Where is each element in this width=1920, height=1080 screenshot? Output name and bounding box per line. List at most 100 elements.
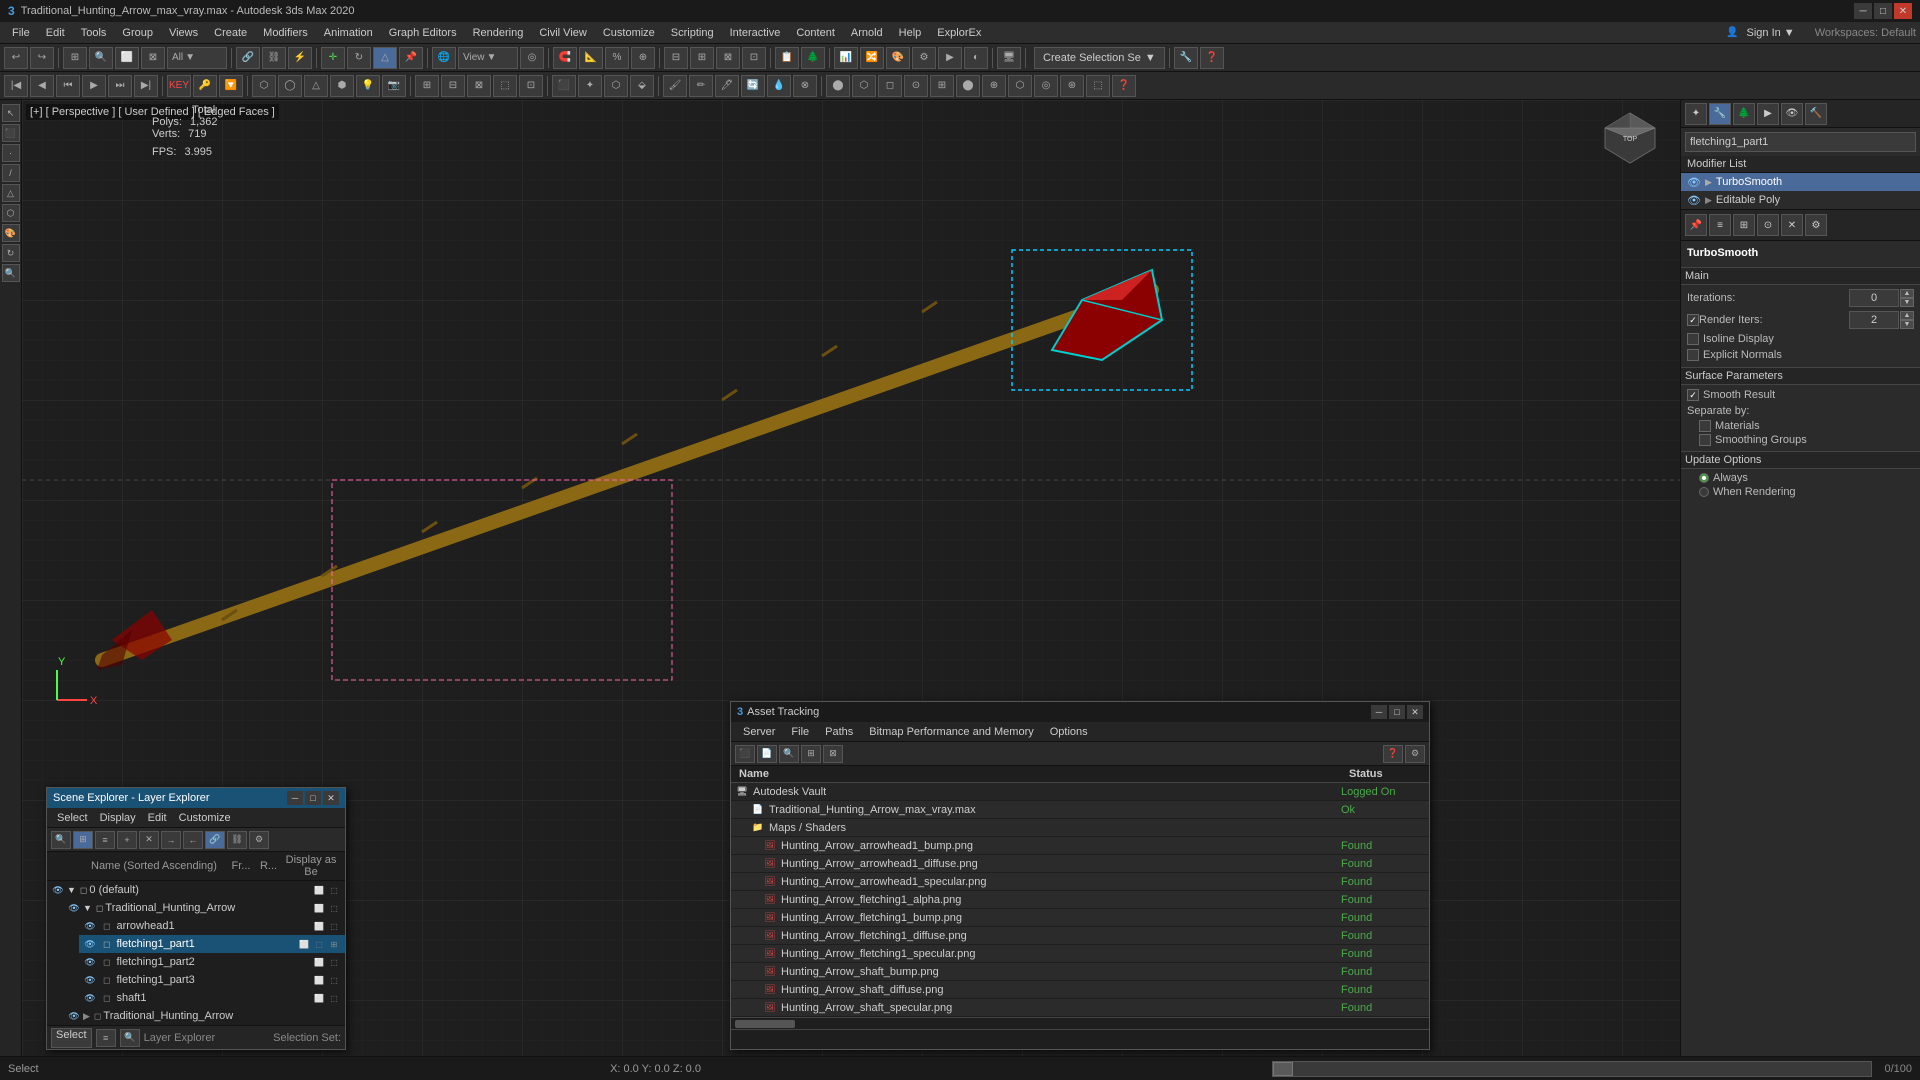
menu-interactive[interactable]: Interactive [722,22,789,43]
snap-btn3[interactable]: ⊠ [467,75,491,97]
select-by-name-button[interactable]: 🔍 [89,47,113,69]
at-tb-btn1[interactable]: ⬛ [735,745,755,763]
at-row-img5[interactable]: 🖼 Hunting_Arrow_fletching1_bump.png Foun… [731,909,1429,927]
at-row-maps[interactable]: 📁 Maps / Shaders [731,819,1429,837]
sub-btn4[interactable]: ⬙ [630,75,654,97]
extra-btn10[interactable]: ⊛ [1060,75,1084,97]
at-scrollbar-thumb[interactable] [735,1020,795,1028]
se-sort-button[interactable]: ≡ [95,831,115,849]
sidebar-select-icon[interactable]: ↖ [2,104,20,122]
menu-explorex[interactable]: ExplorEx [929,22,989,43]
scene-explorer-minimize-button[interactable]: ─ [287,791,303,805]
snap-btn5[interactable]: ⊡ [519,75,543,97]
mod-remove-button[interactable]: ✕ [1781,214,1803,236]
menu-create[interactable]: Create [206,22,255,43]
ts-materials-checkbox[interactable] [1699,420,1711,432]
ts-render-iters-up[interactable]: ▲ [1900,311,1914,320]
select-object-button[interactable]: ⊞ [63,47,87,69]
ts-explicit-normals-checkbox[interactable] [1687,349,1699,361]
geo-btn5[interactable]: 💡 [356,75,380,97]
se-row-fl1p1[interactable]: 👁 ◻ fletching1_part1 ⬜ ⬚ ⊞ [79,935,345,953]
at-minimize-button[interactable]: ─ [1371,705,1387,719]
at-row-img8[interactable]: 🖼 Hunting_Arrow_shaft_bump.png Found [731,963,1429,981]
sidebar-vol-icon[interactable]: ⬡ [2,204,20,222]
se-row-layer-0[interactable]: 👁 ▼ ◻ 0 (default) ⬜ ⬚ [47,881,345,899]
snap-toggle-button[interactable]: 🧲 [553,47,577,69]
array-button[interactable]: ⊡ [742,47,766,69]
sub-btn2[interactable]: ✦ [578,75,602,97]
time-slider[interactable] [1272,1061,1872,1077]
extra-btn11[interactable]: ⬚ [1086,75,1110,97]
rp-create-icon[interactable]: ✦ [1685,103,1707,125]
menu-modifiers[interactable]: Modifiers [255,22,316,43]
ts-render-iters-checkbox[interactable] [1687,314,1699,326]
window-crossing-button[interactable]: ⊠ [141,47,165,69]
select-rotate-button[interactable]: ↻ [347,47,371,69]
anim-btn5[interactable]: ⏭ [108,75,132,97]
se-new-layer-button[interactable]: + [117,831,137,849]
at-tb-btn2[interactable]: 📄 [757,745,777,763]
at-scrollbar-horizontal[interactable] [731,1017,1429,1029]
ts-smooth-result-checkbox[interactable] [1687,389,1699,401]
se-row-tha2[interactable]: 👁 ▶ ◻ Traditional_Hunting_Arrow [63,1007,345,1025]
key-filters-button[interactable]: 🔽 [219,75,243,97]
sidebar-face-icon[interactable]: △ [2,184,20,202]
layer-manager-button[interactable]: 📋 [775,47,799,69]
paint-btn3[interactable]: 🖊 [715,75,739,97]
se-settings-icon[interactable]: ⚙ [249,831,269,849]
at-row-img1[interactable]: 🖼 Hunting_Arrow_arrowhead1_bump.png Foun… [731,837,1429,855]
sidebar-paint-icon[interactable]: 🎨 [2,224,20,242]
minimize-button[interactable]: ─ [1854,3,1872,19]
menu-animation[interactable]: Animation [316,22,381,43]
snap-btn2[interactable]: ⊟ [441,75,465,97]
geo-btn6[interactable]: 📷 [382,75,406,97]
se-menu-edit[interactable]: Edit [142,810,173,826]
geo-btn2[interactable]: ◯ [278,75,302,97]
ts-isoline-checkbox[interactable] [1687,333,1699,345]
se-indent-button[interactable]: → [161,831,181,849]
select-region-button[interactable]: ⬜ [115,47,139,69]
rp-display-icon[interactable]: 👁 [1781,103,1803,125]
time-slider-thumb[interactable] [1273,1062,1293,1076]
place-button[interactable]: 📌 [399,47,423,69]
menu-content[interactable]: Content [788,22,843,43]
sidebar-sub-icon[interactable]: ⬛ [2,124,20,142]
mod-pin-button[interactable]: 📌 [1685,214,1707,236]
at-row-maxfile[interactable]: 📄 Traditional_Hunting_Arrow_max_vray.max… [731,801,1429,819]
mod-stack-button[interactable]: ≡ [1709,214,1731,236]
angle-snap-button[interactable]: 📐 [579,47,603,69]
misc-btn2[interactable]: ❓ [1200,47,1224,69]
paint-btn5[interactable]: 💧 [767,75,791,97]
se-unlink-icon[interactable]: ⛓ [227,831,247,849]
se-filter-button[interactable]: ⊞ [73,831,93,849]
at-search-input[interactable] [731,1030,1429,1049]
viewport[interactable]: X Y [+] [ Perspective ] [ User Defined ]… [22,100,1680,1080]
extra-btn5[interactable]: ⊞ [930,75,954,97]
se-menu-customize[interactable]: Customize [173,810,237,826]
close-button[interactable]: ✕ [1894,3,1912,19]
scene-explorer-button[interactable]: 🌲 [801,47,825,69]
menu-group[interactable]: Group [114,22,161,43]
menu-graph-editors[interactable]: Graph Editors [381,22,465,43]
at-row-img7[interactable]: 🖼 Hunting_Arrow_fletching1_specular.png … [731,945,1429,963]
rp-hierarchy-icon[interactable]: 🌲 [1733,103,1755,125]
extra-btn8[interactable]: ⬡ [1008,75,1032,97]
undo-button[interactable]: ↩ [4,47,28,69]
ts-update-options-header[interactable]: Update Options [1681,451,1920,469]
extra-btn4[interactable]: ⊙ [904,75,928,97]
modifier-turbosmooth[interactable]: 👁 ▶ TurboSmooth [1681,173,1920,191]
quick-render-button[interactable]: ▶ [938,47,962,69]
extra-btn9[interactable]: ◎ [1034,75,1058,97]
extra-btn6[interactable]: ⬤ [956,75,980,97]
menu-views[interactable]: Views [161,22,206,43]
render-frame-button[interactable]: 🖥 [997,47,1021,69]
paint-btn2[interactable]: ✏ [689,75,713,97]
at-row-img9[interactable]: 🖼 Hunting_Arrow_shaft_diffuse.png Found [731,981,1429,999]
at-close-button[interactable]: ✕ [1407,705,1423,719]
menu-edit[interactable]: Edit [38,22,73,43]
misc-btn1[interactable]: 🔧 [1174,47,1198,69]
rp-modify-icon[interactable]: 🔧 [1709,103,1731,125]
rp-utilities-icon[interactable]: 🔨 [1805,103,1827,125]
geo-btn4[interactable]: ⬢ [330,75,354,97]
at-restore-button[interactable]: □ [1389,705,1405,719]
